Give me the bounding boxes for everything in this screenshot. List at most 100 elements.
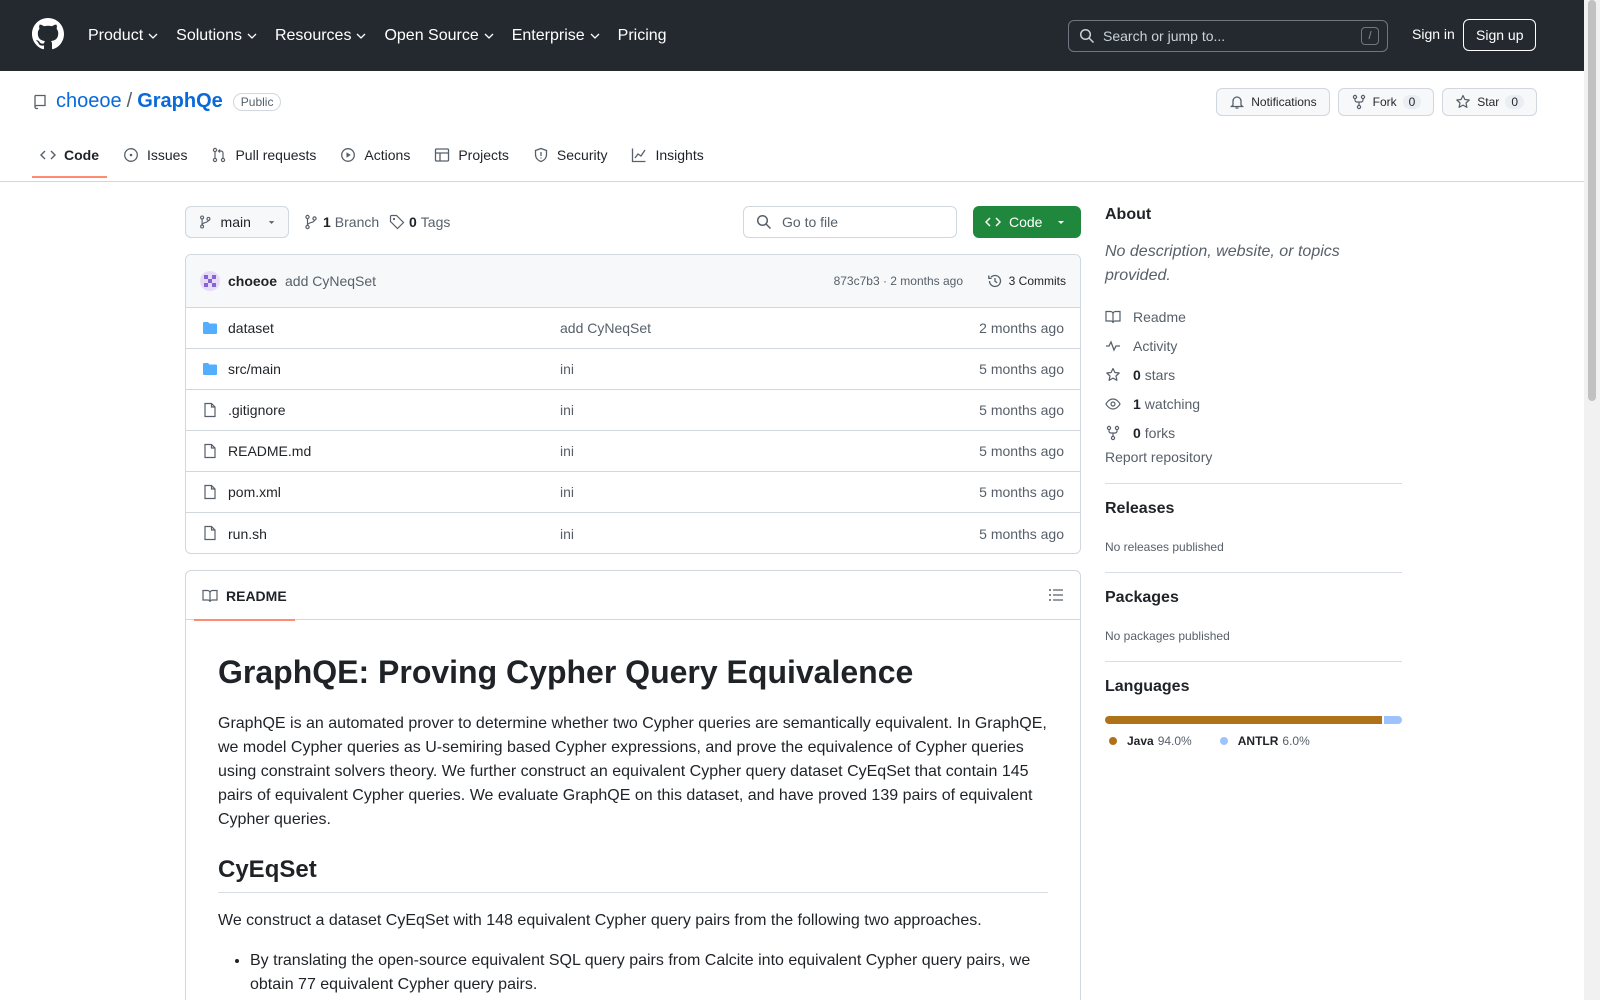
branch-bar: main 1 Branch 0 Tags Go to file Code <box>185 206 1081 238</box>
repo-header: choeoe / GraphQe Public Notifications Fo… <box>0 71 1584 182</box>
tab-pull-requests[interactable]: Pull requests <box>203 133 324 177</box>
file-name-link[interactable]: pom.xml <box>228 484 281 500</box>
commits-history-link[interactable]: 3 Commits <box>987 273 1066 289</box>
file-commit-time: 2 months ago <box>979 320 1064 336</box>
file-commit-message-link[interactable]: ini <box>560 526 574 542</box>
list-item: By translating the open-source equivalen… <box>250 949 1048 997</box>
file-commit-message-link[interactable]: ini <box>560 402 574 418</box>
sign-in-link[interactable]: Sign in <box>1412 26 1455 42</box>
packages-heading[interactable]: Packages <box>1105 589 1402 607</box>
global-search-input[interactable]: Search or jump to... / <box>1068 20 1388 52</box>
go-to-file-input[interactable]: Go to file <box>743 206 957 238</box>
fork-button[interactable]: Fork 0 <box>1337 88 1435 116</box>
releases-heading[interactable]: Releases <box>1105 500 1402 518</box>
repo-name-link[interactable]: GraphQe <box>137 90 223 113</box>
nav-label: Open Source <box>384 26 479 44</box>
file-name-link[interactable]: src/main <box>228 361 281 377</box>
watching-link[interactable]: 1 watching <box>1105 389 1402 418</box>
sidebar-divider <box>1105 661 1402 662</box>
tab-label: Pull requests <box>235 147 317 163</box>
commit-hash-time[interactable]: 873c7b3 · 2 months ago <box>834 274 963 288</box>
nav-resources[interactable]: Resources <box>275 27 366 45</box>
nav-open-source[interactable]: Open Source <box>384 26 494 45</box>
language-bar <box>1105 716 1402 724</box>
branch-count: 1 <box>323 214 331 230</box>
search-icon <box>756 214 772 230</box>
triangle-down-icon <box>1058 221 1065 224</box>
file-commit-time: 5 months ago <box>979 484 1064 500</box>
nav-pricing[interactable]: Pricing <box>618 27 667 45</box>
table-row[interactable]: run.sh ini 5 months ago <box>186 513 1080 553</box>
commit-message-link[interactable]: add CyNeqSet <box>285 273 376 289</box>
code-dropdown-button[interactable]: Code <box>973 206 1081 238</box>
language-percent: 6.0% <box>1282 734 1310 748</box>
nav-solutions[interactable]: Solutions <box>176 27 257 45</box>
fork-icon <box>1106 425 1120 440</box>
stars-link[interactable]: 0 stars <box>1105 360 1402 389</box>
tab-actions[interactable]: Actions <box>332 133 418 177</box>
readme-panel: README GraphQE: Proving Cypher Query Equ… <box>185 570 1081 1000</box>
table-row[interactable]: pom.xml ini 5 months ago <box>186 472 1080 513</box>
tab-issues[interactable]: Issues <box>115 133 195 177</box>
tag-count: 0 <box>409 214 417 230</box>
readme-intro-paragraph: GraphQE is an automated prover to determ… <box>218 715 1047 828</box>
repo-owner-link[interactable]: choeoe <box>56 90 122 113</box>
avatar[interactable] <box>200 271 220 291</box>
sidebar-divider <box>1105 572 1402 573</box>
tab-insights[interactable]: Insights <box>623 133 711 177</box>
code-icon <box>985 217 1001 227</box>
file-name-link[interactable]: README.md <box>228 443 311 459</box>
file-list: dataset add CyNeqSet 2 months ago src/main i… <box>186 308 1080 553</box>
forks-link[interactable]: 0 forks <box>1105 418 1402 447</box>
language-item[interactable]: ANTLR 6.0% <box>1216 734 1310 748</box>
branch-name: main <box>220 214 251 230</box>
file-browser: choeoe add CyNeqSet 873c7b3 · 2 months a… <box>185 254 1081 554</box>
tab-label: Projects <box>458 147 509 163</box>
tab-code[interactable]: Code <box>32 133 107 178</box>
go-to-file-placeholder: Go to file <box>782 214 839 230</box>
tab-projects[interactable]: Projects <box>426 133 517 177</box>
file-name-link[interactable]: .gitignore <box>228 402 286 418</box>
page-scrollbar[interactable] <box>1584 0 1600 1000</box>
tab-security[interactable]: Security <box>525 133 616 177</box>
branch-selector-button[interactable]: main <box>185 206 289 238</box>
list-unordered-icon[interactable] <box>1048 587 1064 603</box>
table-row[interactable]: .gitignore ini 5 months ago <box>186 390 1080 431</box>
nav-label: Enterprise <box>511 26 585 44</box>
star-button[interactable]: Star 0 <box>1442 88 1537 116</box>
file-commit-time: 5 months ago <box>979 525 1064 542</box>
tags-link[interactable]: 0 Tags <box>389 214 450 230</box>
scrollbar-thumb[interactable] <box>1588 0 1596 401</box>
file-name-link[interactable]: dataset <box>228 320 274 336</box>
table-row[interactable]: README.md ini 5 months ago <box>186 431 1080 472</box>
activity-link[interactable]: Activity <box>1105 331 1402 360</box>
nav-product[interactable]: Product <box>88 27 158 45</box>
language-color-dot <box>1109 737 1117 745</box>
file-commit-time: 5 months ago <box>979 361 1064 377</box>
file-name-link[interactable]: run.sh <box>228 526 267 542</box>
readme-link-label: Readme <box>1133 308 1186 325</box>
nav-enterprise[interactable]: Enterprise <box>512 27 600 45</box>
report-repository-link[interactable]: Report repository <box>1105 449 1402 465</box>
commit-author-link[interactable]: choeoe <box>228 273 277 289</box>
readme-link[interactable]: Readme <box>1105 302 1402 331</box>
readme-tab[interactable]: README <box>194 571 295 621</box>
branches-link[interactable]: 1 Branch <box>303 214 379 230</box>
about-links: Readme Activity 0 stars 1 watching 0 for… <box>1105 302 1402 447</box>
tab-label: Issues <box>147 147 188 163</box>
file-commit-message-link[interactable]: ini <box>560 443 574 459</box>
git-branch-icon <box>200 215 211 229</box>
table-row[interactable]: dataset add CyNeqSet 2 months ago <box>186 308 1080 349</box>
sign-up-button[interactable]: Sign up <box>1463 19 1537 51</box>
file-commit-message-link[interactable]: add CyNeqSet <box>560 320 651 336</box>
pulse-icon <box>1106 339 1120 352</box>
language-item[interactable]: Java 94.0% <box>1105 734 1192 748</box>
file-commit-message-link[interactable]: ini <box>560 484 574 500</box>
file-commit-message-link[interactable]: ini <box>560 361 574 377</box>
github-logo-icon[interactable] <box>32 18 64 50</box>
notifications-button[interactable]: Notifications <box>1216 88 1330 116</box>
sidebar-divider <box>1105 483 1402 484</box>
table-row[interactable]: src/main ini 5 months ago <box>186 349 1080 390</box>
language-bar-segment <box>1105 716 1383 724</box>
folder-icon <box>203 322 217 334</box>
